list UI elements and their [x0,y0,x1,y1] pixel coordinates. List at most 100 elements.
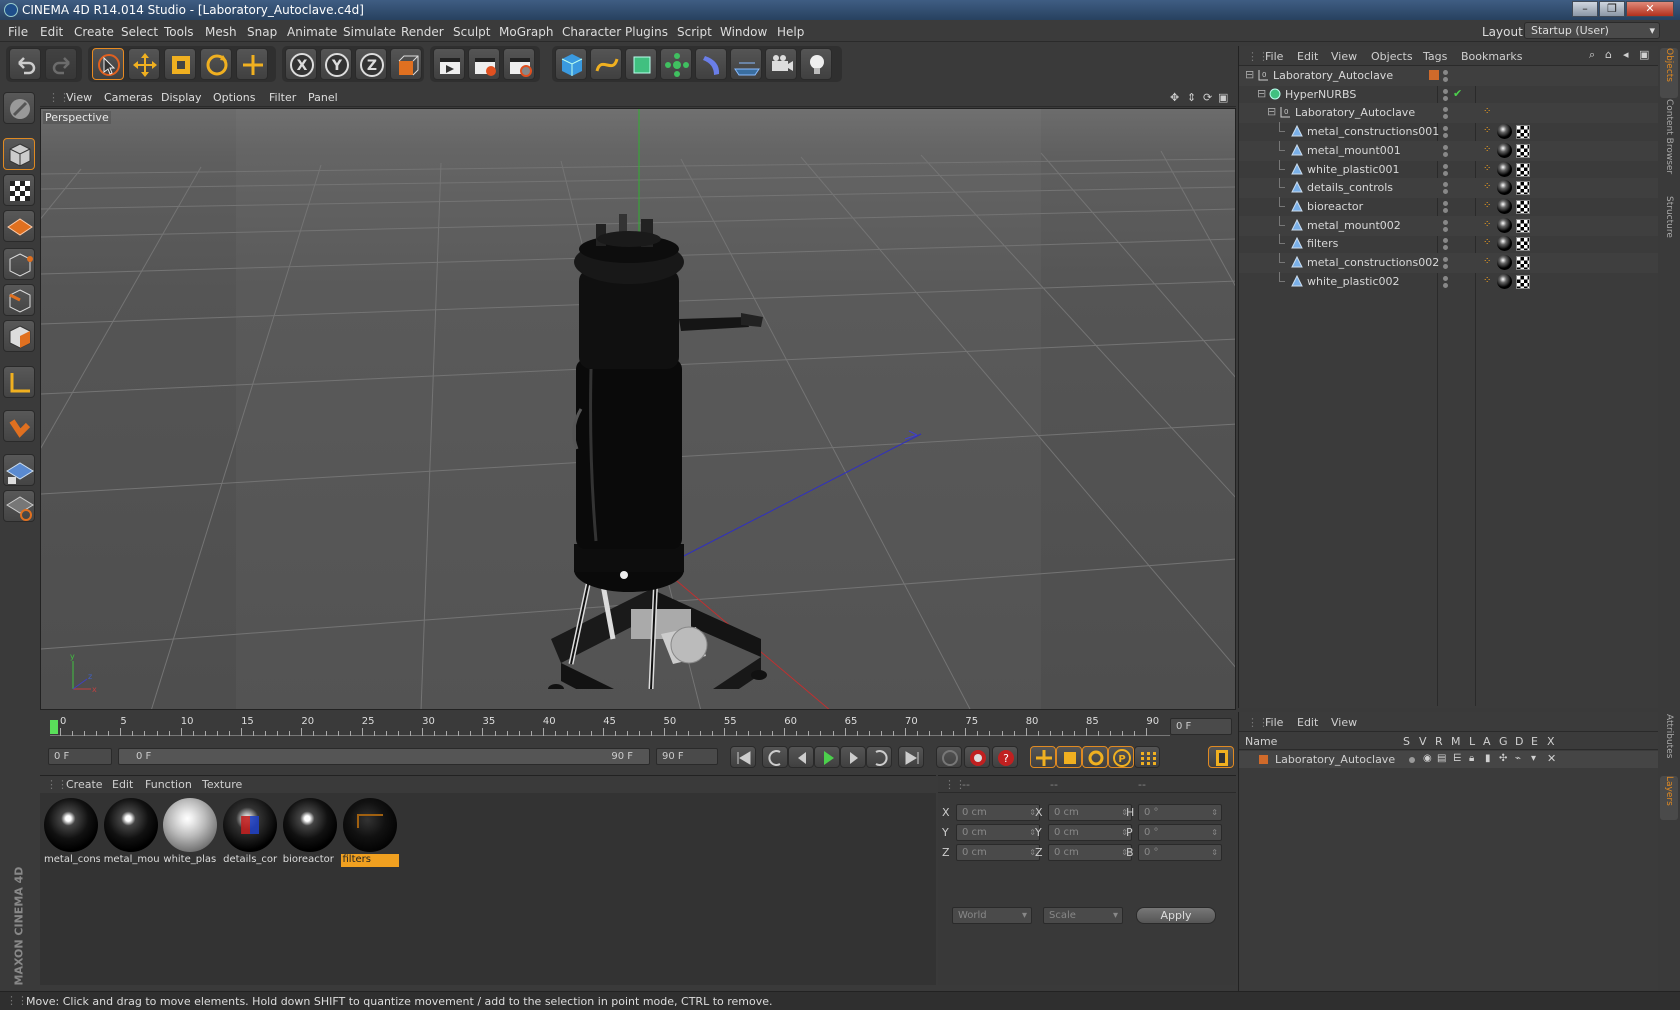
previous-frame-icon[interactable] [788,746,814,768]
object-name[interactable]: metal_constructions002 [1307,256,1439,269]
object-name[interactable]: HyperNURBS [1285,88,1356,101]
uvw-tag-icon[interactable] [1516,274,1530,289]
object-menu-edit[interactable]: Edit [1297,50,1318,63]
material-tag-icon[interactable] [1497,198,1512,214]
material-thumbnail[interactable]: details_cor [221,796,280,868]
render-visibility-dot[interactable] [1443,264,1448,269]
uvw-tag-icon[interactable] [1516,218,1530,233]
editor-visibility-dot[interactable] [1443,107,1448,113]
menu-create[interactable]: Create [74,25,114,39]
layout-dropdown[interactable]: Startup (User) ▾ [1524,22,1660,39]
cube-icon[interactable] [555,48,587,80]
key-parameter-icon[interactable]: P [1108,746,1134,768]
uvw-tag-icon[interactable] [1516,125,1530,140]
undo-icon[interactable] [9,48,41,80]
menu-simulate[interactable]: Simulate [343,25,396,39]
render-visibility-dot[interactable] [1443,226,1448,232]
axis-mode-icon[interactable] [3,366,35,398]
editor-visibility-dot[interactable] [1443,219,1448,225]
apply-button[interactable]: Apply [1136,907,1216,924]
material-thumbnail[interactable]: filters [340,796,399,868]
z-axis-icon[interactable]: Z [355,48,387,80]
expand-toggle-icon[interactable]: ⊟ [1267,105,1276,118]
layer-menu-file[interactable]: File [1265,716,1283,729]
editor-visibility-dot[interactable] [1443,182,1448,188]
object-menu-file[interactable]: File [1265,50,1283,63]
menu-edit[interactable]: Edit [40,25,63,39]
texture-mode-icon[interactable] [3,174,35,206]
layer-expressions-icon[interactable]: ▾ [1531,753,1536,764]
editor-visibility-dot[interactable] [1443,163,1448,169]
editor-visibility-dot[interactable] [1443,257,1448,262]
uvw-tag-icon[interactable] [1516,199,1530,214]
uvw-tag-icon[interactable] [1516,256,1530,270]
timeline-scale[interactable]: 0 5 10 15 20 25 30 35 40 45 50 55 60 65 70 75 80 85 90 [50,716,1170,736]
menu-snap[interactable]: Snap [247,25,277,39]
editor-visibility-dot[interactable] [1443,126,1448,132]
menu-file[interactable]: File [8,25,28,39]
object-row[interactable]: details_controls ⁘ [1239,178,1659,199]
phong-tag-icon[interactable]: ⁘ [1483,106,1491,117]
nurbs-icon[interactable] [625,48,657,80]
timeline-window-icon[interactable] [1208,746,1234,768]
render-visibility-dot[interactable] [1443,170,1448,176]
tab-attributes[interactable]: Attributes [1660,714,1678,772]
coordinate-space-dropdown[interactable]: World ▾ [952,907,1032,924]
layer-manager-icon[interactable]: ⋿ [1453,753,1462,764]
object-row[interactable]: ⊟ 0 Laboratory_Autoclave [1239,66,1659,86]
playhead[interactable] [50,720,58,734]
object-name[interactable]: Laboratory_Autoclave [1273,69,1393,82]
coord-value-field[interactable]: 0 ° ⇕ [1138,844,1222,861]
expand-toggle-icon[interactable]: ⊟ [1257,87,1266,100]
render-visibility-dot[interactable] [1443,95,1448,101]
autokey-icon[interactable]: ? [992,746,1018,768]
coord-value-field[interactable]: 0 ° ⇕ [1138,824,1222,841]
uvw-tag-icon[interactable] [1516,162,1530,177]
render-visibility-dot[interactable] [1443,189,1448,195]
next-frame-icon[interactable] [840,746,866,768]
redo-icon[interactable] [45,48,77,80]
coordinate-system-icon[interactable] [390,48,422,80]
range-slider[interactable]: 0 F 90 F [118,748,650,765]
search-icon[interactable]: ⌕ [1589,48,1595,62]
material-tag-icon[interactable] [1497,236,1512,252]
viewport-rotate-icon[interactable]: ⟳ [1203,91,1212,104]
new-panel-icon[interactable]: ▣ [1639,48,1649,61]
render-visibility-dot[interactable] [1443,207,1448,213]
workplane-icon[interactable] [3,210,35,242]
material-thumbnail[interactable]: metal_cons [42,796,100,868]
render-visibility-dot[interactable] [1443,114,1448,120]
object-row[interactable]: ⊟ HyperNURBS ✔ [1239,85,1659,105]
key-point-level-icon[interactable] [1134,746,1160,768]
object-name[interactable]: white_plastic001 [1307,163,1400,176]
rotate-icon[interactable] [200,48,232,80]
editor-visibility-dot[interactable] [1443,238,1448,244]
planar-workplane-icon[interactable] [3,490,35,522]
coord-value-field[interactable]: 0 cm ⇕ [1048,844,1132,861]
camera-icon[interactable] [765,48,797,80]
stepper-icon[interactable]: ⇕ [1211,845,1218,860]
object-name[interactable]: metal_mount002 [1307,219,1401,232]
material-tag-icon[interactable] [1497,273,1512,289]
points-mode-icon[interactable] [3,248,35,280]
menu-render[interactable]: Render [401,25,444,39]
coord-value-field[interactable]: 0 ° ⇕ [1138,804,1222,821]
key-rotation-icon[interactable] [1082,746,1108,768]
viewport-menu-panel[interactable]: Panel [308,91,338,104]
array-icon[interactable] [660,48,692,80]
menu-window[interactable]: Window [720,25,767,39]
material-tag-icon[interactable] [1497,142,1512,158]
render-visibility-dot[interactable] [1443,133,1448,139]
uvw-tag-icon[interactable] [1516,181,1530,196]
deformer-icon[interactable] [695,48,727,80]
material-tag-icon[interactable] [1497,255,1512,270]
object-row[interactable]: filters ⁘ [1239,234,1659,254]
next-key-icon[interactable] [866,746,892,768]
tab-objects[interactable]: Objects [1660,48,1678,98]
enabled-check-icon[interactable]: ✔ [1453,87,1462,100]
editor-visibility-dot[interactable] [1443,275,1448,281]
layer-name[interactable]: Laboratory_Autoclave [1275,753,1395,766]
stepper-icon[interactable]: ⇕ [1211,805,1218,820]
editor-visibility-dot[interactable] [1443,144,1448,150]
viewport-menu-view[interactable]: View [66,91,92,104]
